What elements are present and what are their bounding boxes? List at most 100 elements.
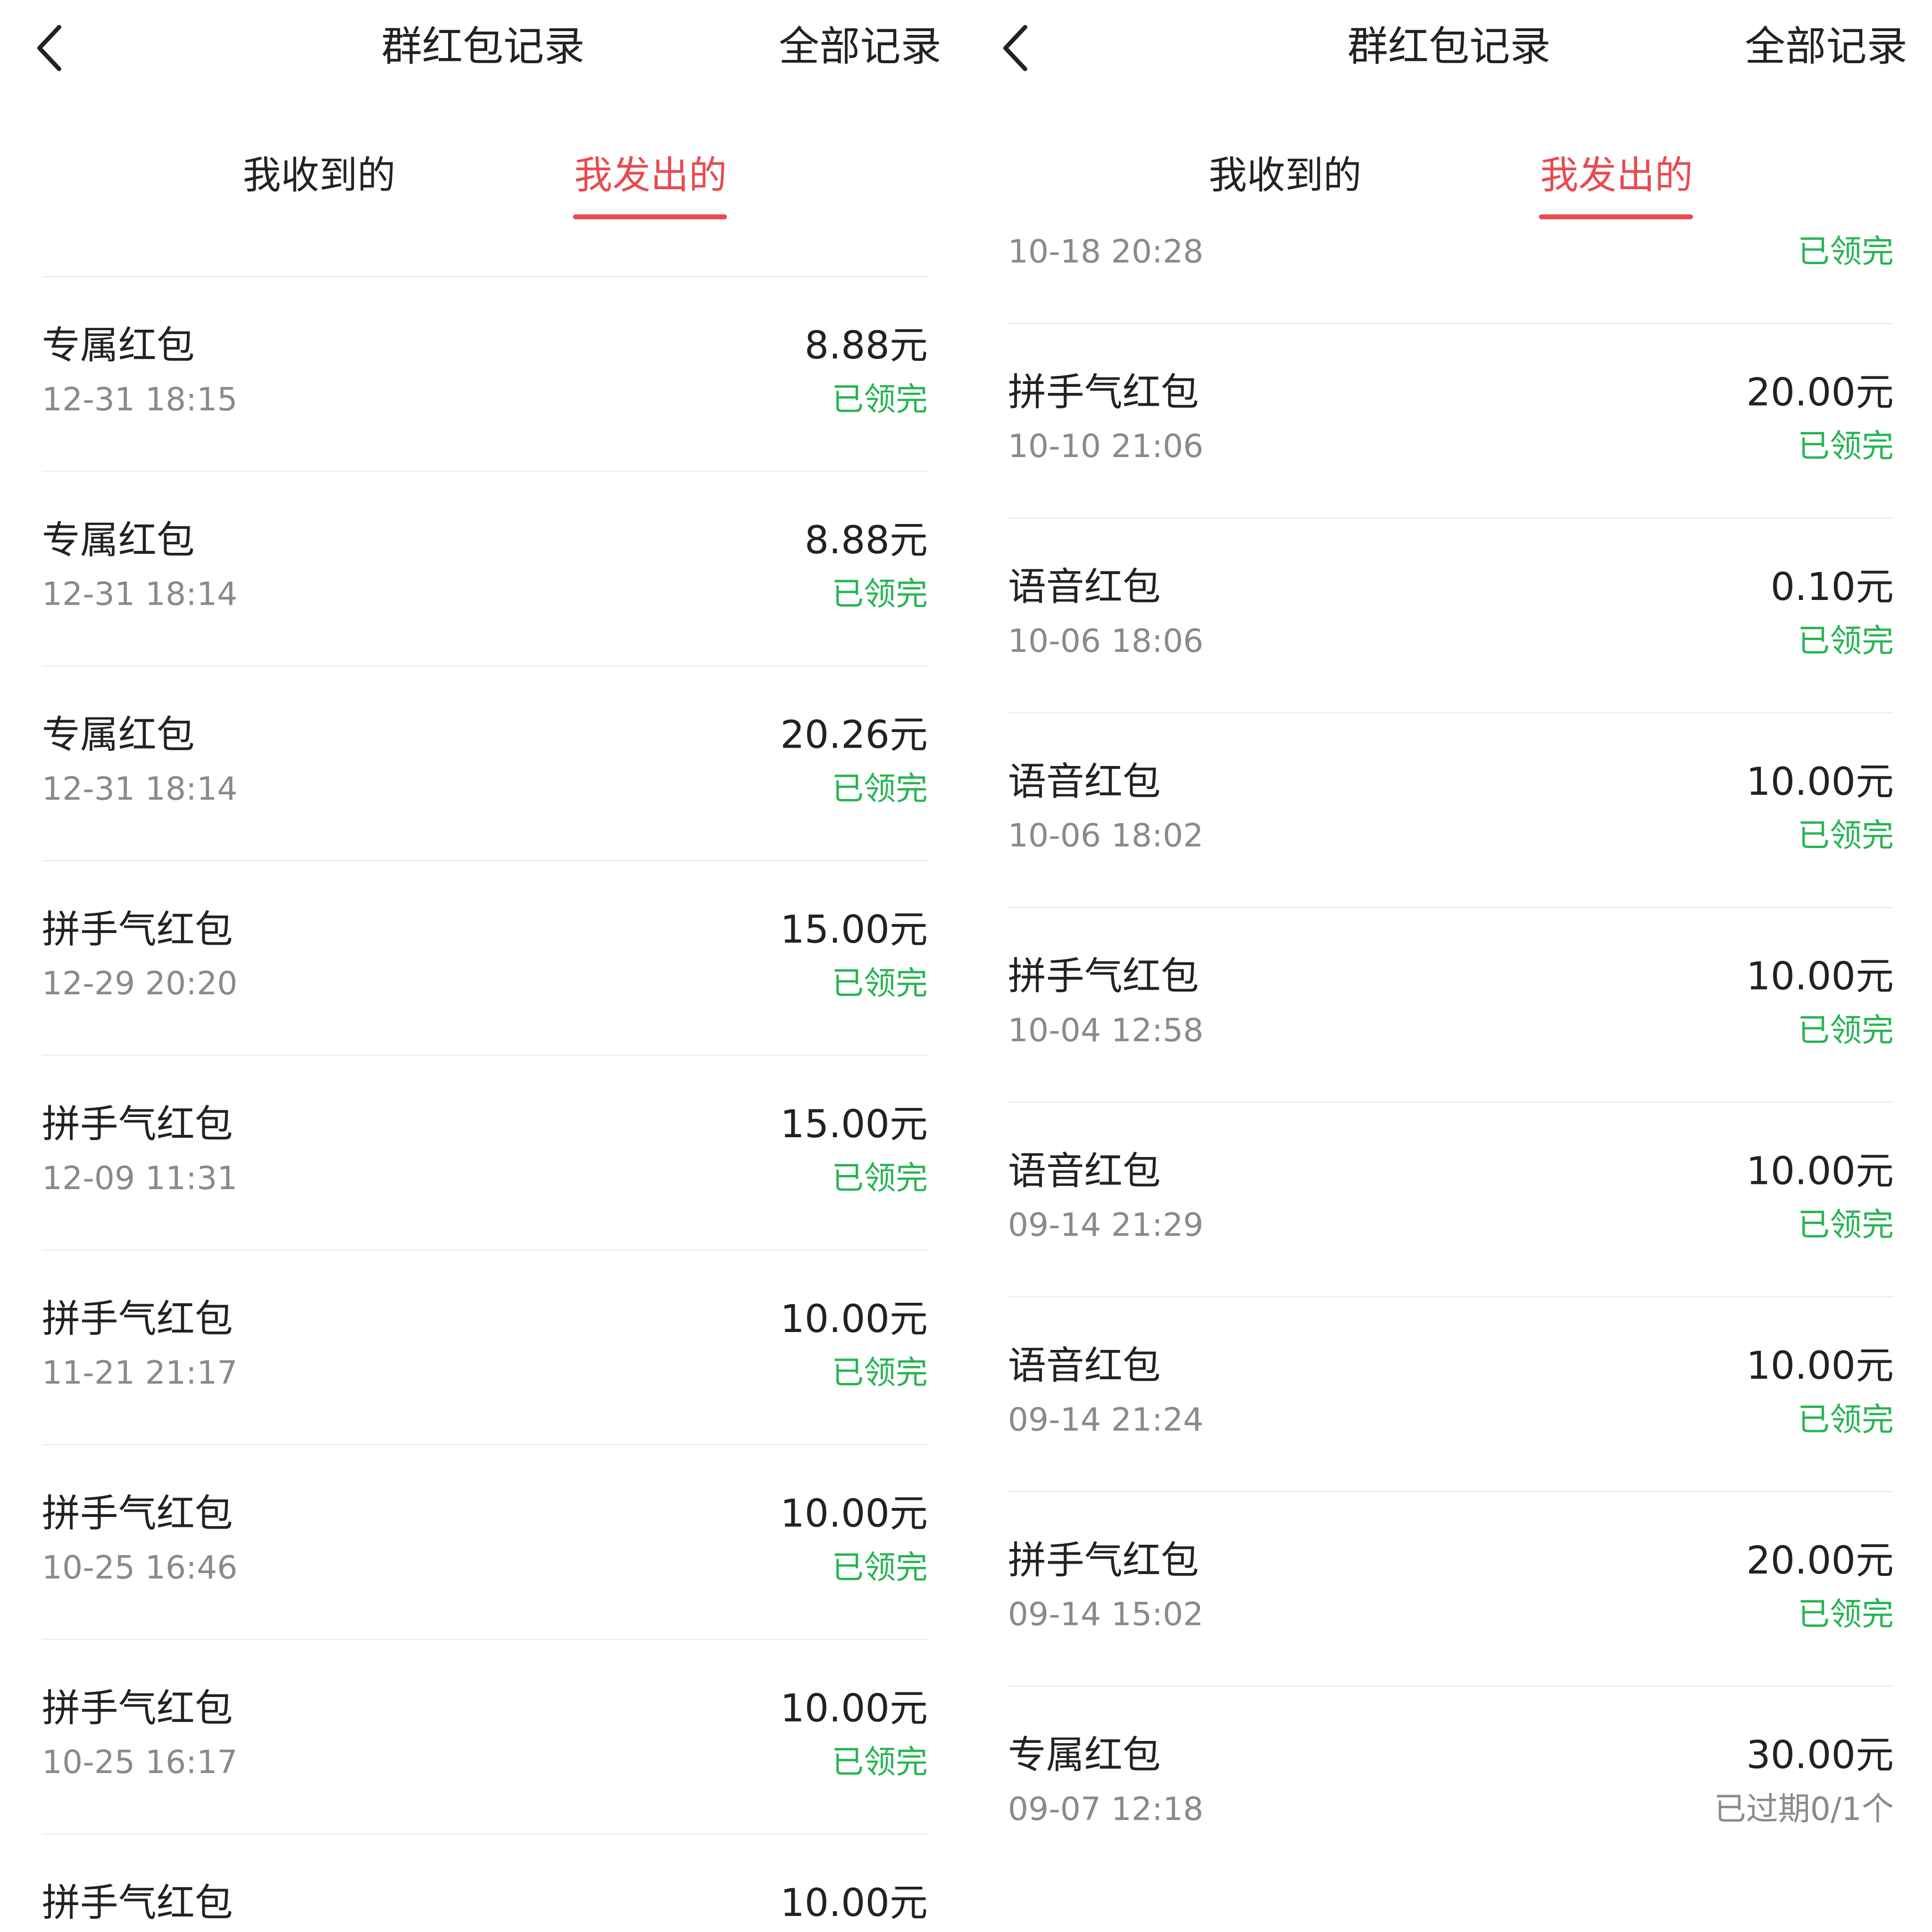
packet-time: 10-18 20:28: [1008, 234, 1204, 271]
list-item[interactable]: 拼手气红包 12-29 20:20 15.00元 已领完: [42, 860, 928, 1055]
packet-time: 12-09 11:31: [42, 1160, 238, 1198]
list-item[interactable]: 拼手气红包 12-09 11:31 15.00元 已领完: [42, 1055, 928, 1249]
packet-status: 已领完: [832, 966, 928, 1003]
screenshot-right: 群红包记录 全部记录 我收到的 我发出的 10-18 20:28 已领完 拼手气…: [966, 0, 1932, 1932]
list-item[interactable]: 拼手气红包 10-10 21:06 20.00元 已领完: [1008, 323, 1894, 517]
packet-time: 10-25 16:17: [42, 1744, 238, 1782]
packet-status: 已领完: [832, 771, 928, 808]
packet-type: 拼手气红包: [42, 1492, 233, 1537]
packet-status: 已过期0/1个: [1714, 1791, 1894, 1829]
packet-type: 语音红包: [1008, 1149, 1161, 1194]
packet-amount: 10.00元: [780, 1492, 928, 1537]
list-item[interactable]: 专属红包 12-31 18:15 8.88元 已领完: [42, 276, 928, 471]
list-item[interactable]: 拼手气红包 09-14 15:02 20.00元 已领完: [1008, 1491, 1894, 1686]
packet-amount: 20.00元: [1746, 371, 1894, 416]
packet-time: 12-31 18:15: [42, 382, 238, 419]
packet-time: 12-29 20:20: [42, 966, 238, 1003]
packet-type: 拼手气红包: [1008, 955, 1199, 999]
packet-amount: 10.00元: [1746, 760, 1894, 805]
packet-status: 已领完: [832, 382, 928, 419]
packet-amount: 0.10元: [1770, 566, 1894, 610]
packet-time: 10-10 21:06: [1008, 429, 1204, 466]
list-item[interactable]: 拼手气红包 11-21 21:17 10.00元 已领完: [42, 1249, 928, 1444]
packet-time: 09-14 21:29: [1008, 1208, 1204, 1245]
active-tab-indicator: [1539, 214, 1693, 219]
packet-type: 语音红包: [1008, 566, 1161, 610]
packet-status: 已领完: [1798, 818, 1894, 855]
packet-amount: 10.00元: [1746, 955, 1894, 999]
back-arrow-icon[interactable]: [32, 17, 74, 79]
active-tab-indicator: [573, 214, 727, 219]
list-item[interactable]: 语音红包 09-14 21:29 10.00元 已领完: [1008, 1101, 1894, 1296]
packet-status: 已领完: [832, 1160, 928, 1198]
packet-amount: 30.00元: [1746, 1733, 1894, 1778]
packet-status: 已领完: [1798, 1402, 1894, 1440]
list-item[interactable]: 拼手气红包 10.00元: [42, 1833, 928, 1932]
packet-amount: 15.00元: [780, 908, 928, 953]
list-item[interactable]: 语音红包 10-06 18:06 0.10元 已领完: [1008, 517, 1894, 712]
list-item[interactable]: 语音红包 10-06 18:02 10.00元 已领完: [1008, 712, 1894, 907]
packet-amount: 8.88元: [804, 518, 928, 563]
packet-type: 拼手气红包: [42, 1881, 233, 1926]
packet-type: 专属红包: [42, 713, 195, 758]
red-packet-list[interactable]: 10-18 20:28 已领完 拼手气红包 10-10 21:06 20.00元…: [966, 234, 1932, 1932]
red-packet-list-items: 10-18 20:28 已领完 拼手气红包 10-10 21:06 20.00元…: [1008, 234, 1894, 1880]
packet-amount: 10.00元: [1746, 1344, 1894, 1389]
packet-type: 拼手气红包: [42, 1687, 233, 1732]
packet-status: 已领完: [1798, 1208, 1894, 1245]
packet-type: 语音红包: [1008, 1344, 1161, 1389]
packet-status: 已领完: [832, 1744, 928, 1782]
list-item[interactable]: 拼手气红包 10-04 12:58 10.00元 已领完: [1008, 907, 1894, 1102]
tab-received[interactable]: 我收到的: [243, 143, 396, 209]
list-item[interactable]: 拼手气红包 10-25 16:46 10.00元 已领完: [42, 1444, 928, 1639]
packet-amount: 10.00元: [780, 1881, 928, 1926]
packet-type: 专属红包: [42, 324, 195, 369]
packet-time: 09-14 21:24: [1008, 1402, 1204, 1440]
packet-status: 已领完: [832, 1355, 928, 1392]
packet-status: 已领完: [1798, 234, 1894, 271]
back-arrow-icon[interactable]: [998, 17, 1040, 79]
packet-amount: 10.00元: [1746, 1149, 1894, 1194]
all-records-button[interactable]: 全部记录: [779, 12, 941, 81]
packet-status: 已领完: [832, 1550, 928, 1587]
packet-type: 专属红包: [1008, 1733, 1161, 1778]
packet-time: 09-14 15:02: [1008, 1597, 1204, 1634]
packet-time: 12-31 18:14: [42, 576, 238, 614]
screenshot-left: 群红包记录 全部记录 我收到的 我发出的 专属红包 12-31 18:15 8.…: [0, 0, 966, 1932]
packet-time: 09-07 12:18: [1008, 1791, 1204, 1829]
packet-amount: 20.26元: [780, 713, 928, 758]
list-item[interactable]: 语音红包 09-14 21:24 10.00元 已领完: [1008, 1296, 1894, 1491]
packet-amount: 8.88元: [804, 324, 928, 369]
all-records-button[interactable]: 全部记录: [1745, 12, 1907, 81]
packet-type: 语音红包: [1008, 760, 1161, 805]
packet-type: 专属红包: [42, 518, 195, 563]
packet-status: 已领完: [1798, 1013, 1894, 1050]
packet-status: 已领完: [1798, 429, 1894, 466]
packet-time: 10-04 12:58: [1008, 1013, 1204, 1050]
packet-type: 拼手气红包: [42, 1102, 233, 1147]
list-item[interactable]: 专属红包 12-31 18:14 20.26元 已领完: [42, 665, 928, 860]
packet-status: 已领完: [1798, 1597, 1894, 1634]
list-item[interactable]: 专属红包 12-31 18:14 8.88元 已领完: [42, 470, 928, 666]
packet-type: 拼手气红包: [42, 1297, 233, 1342]
packet-type: 拼手气红包: [1008, 1539, 1199, 1583]
packet-time: 11-21 21:17: [42, 1355, 238, 1392]
red-packet-list-items: 专属红包 12-31 18:15 8.88元 已领完 专属红包 12-31 18…: [42, 276, 928, 1932]
list-item[interactable]: 10-18 20:28 已领完: [1008, 234, 1894, 323]
packet-amount: 15.00元: [780, 1102, 928, 1147]
red-packet-list[interactable]: 专属红包 12-31 18:15 8.88元 已领完 专属红包 12-31 18…: [0, 234, 966, 1932]
tab-received[interactable]: 我收到的: [1209, 143, 1362, 209]
list-item[interactable]: 专属红包 09-07 12:18 30.00元 已过期0/1个: [1008, 1685, 1894, 1881]
packet-status: 已领完: [1798, 623, 1894, 661]
packet-type: 拼手气红包: [42, 908, 233, 953]
tab-sent[interactable]: 我发出的: [574, 143, 727, 209]
packet-amount: 10.00元: [780, 1687, 928, 1732]
packet-time: 10-25 16:46: [42, 1550, 238, 1587]
packet-status: 已领完: [832, 576, 928, 614]
packet-time: 10-06 18:02: [1008, 818, 1204, 855]
packet-time: 12-31 18:14: [42, 771, 238, 808]
packet-amount: 20.00元: [1746, 1539, 1894, 1583]
packet-type: 拼手气红包: [1008, 371, 1199, 416]
list-item[interactable]: 拼手气红包 10-25 16:17 10.00元 已领完: [42, 1639, 928, 1833]
tab-sent[interactable]: 我发出的: [1540, 143, 1693, 209]
